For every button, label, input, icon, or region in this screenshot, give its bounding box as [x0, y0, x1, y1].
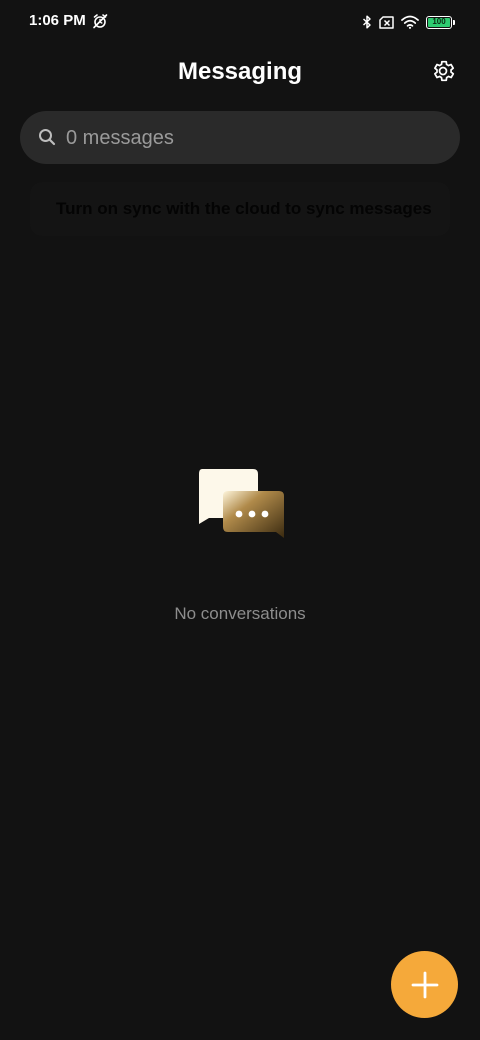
- empty-state-text: No conversations: [174, 604, 306, 623]
- plus-icon: [411, 971, 438, 998]
- gear-icon: [434, 60, 455, 82]
- page-title: Messaging: [177, 58, 303, 85]
- chat-bubbles-icon: [199, 469, 284, 538]
- wifi-icon: [401, 15, 419, 29]
- sync-banner-text: Turn on sync with the cloud to sync mess…: [56, 199, 432, 218]
- alarm-off-icon: [93, 14, 108, 29]
- battery-tip: [453, 19, 455, 25]
- no-sim-icon: [379, 15, 394, 29]
- battery-icon: 100: [426, 15, 455, 29]
- search-icon: [39, 129, 56, 146]
- settings-button[interactable]: [430, 58, 456, 84]
- compose-button[interactable]: [391, 951, 458, 1018]
- search-input[interactable]: [66, 125, 436, 151]
- battery-level: 100: [432, 17, 446, 26]
- status-icons: 100: [362, 12, 455, 32]
- status-time: 1:06 PM: [29, 12, 86, 29]
- status-bar: 1:06 PM 100: [0, 0, 480, 44]
- battery-fill: 100: [428, 17, 450, 27]
- bluetooth-icon: [362, 15, 371, 29]
- sync-banner[interactable]: Turn on sync with the cloud to sync mess…: [30, 182, 450, 236]
